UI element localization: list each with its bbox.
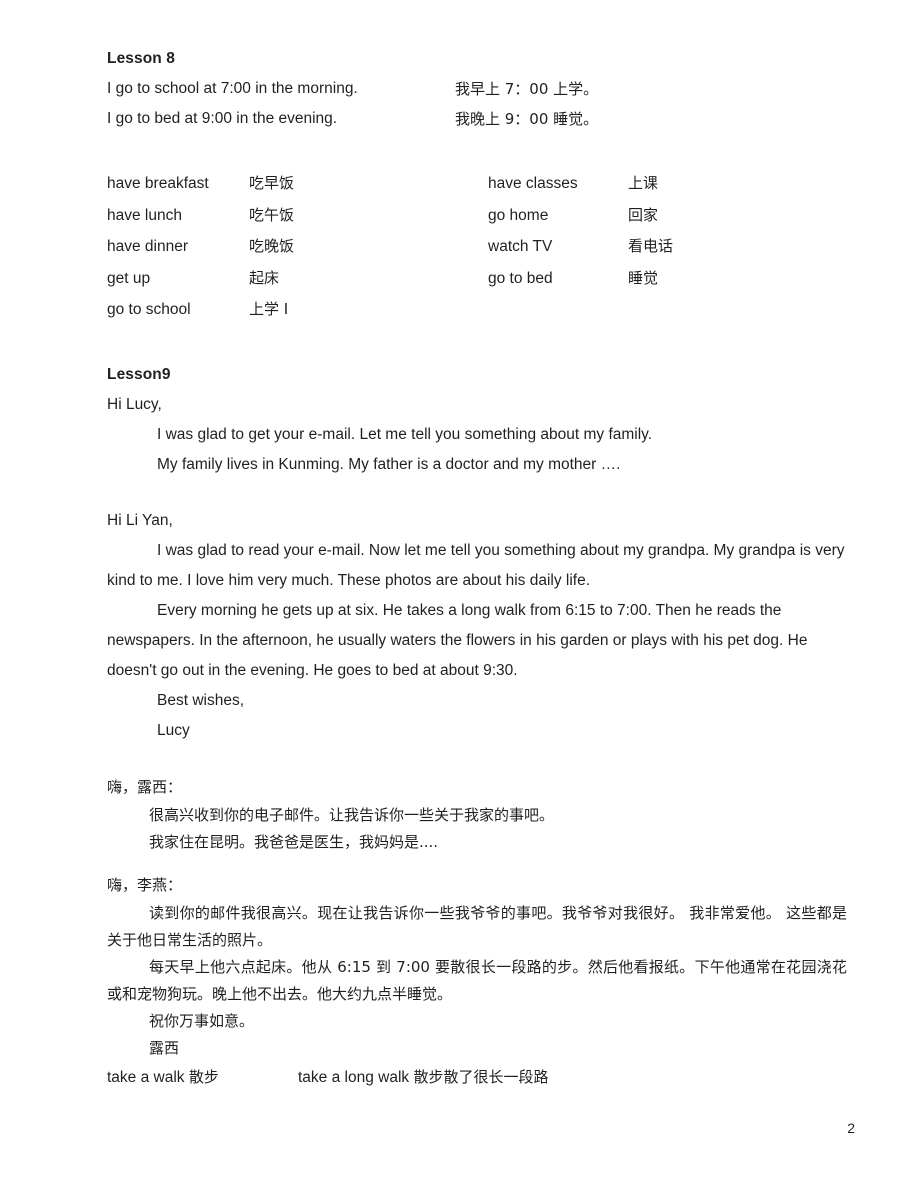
letter1-cn-paragraph-1: 很高兴收到你的电子邮件。让我告诉你一些关于我家的事吧。 xyxy=(149,805,555,824)
vocabulary-row: have lunch 吃午饭 xyxy=(107,200,488,232)
lesson8-heading: Lesson 8 xyxy=(107,50,175,67)
letter1-cn-paragraph-2: 我家住在昆明。我爸爸是医生，我妈妈是.... xyxy=(149,832,439,851)
letter2-paragraph-2: Every morning he gets up at six. He take… xyxy=(107,601,808,679)
vocabulary-row: go home 回家 xyxy=(488,200,828,232)
letter1-paragraph-1: I was glad to get your e-mail. Let me te… xyxy=(157,425,653,443)
vocabulary-row: have breakfast 吃早饭 xyxy=(107,168,488,200)
vocabulary-en: get up xyxy=(107,269,151,287)
vocabulary-cn: 吃午饭 xyxy=(249,205,295,224)
lesson8-sentence-cn-1: 我早上 7：00 上学。 xyxy=(455,80,599,98)
vocabulary-row: go to school 上学 I xyxy=(107,294,488,326)
phrase-1-cn: 散步 xyxy=(188,1067,219,1086)
vocabulary-cn: 上学 I xyxy=(249,300,289,318)
vocabulary-cn: 上课 xyxy=(628,174,659,192)
letter2-cn-signature: 露西 xyxy=(149,1038,180,1057)
vocabulary-en: go to school xyxy=(107,301,191,318)
vocabulary-row: watch TV 看电话 xyxy=(488,231,828,263)
phrase-2-en: take a long walk xyxy=(298,1068,414,1086)
phrase-2-cn: 散步散了很长一段路 xyxy=(413,1067,549,1086)
vocabulary-column-right: have classes 上课 go home 回家 watch TV 看电话 … xyxy=(488,168,828,326)
letter2-cn-closing: 祝你万事如意。 xyxy=(149,1011,255,1030)
phrase-1: take a walk 散步 xyxy=(107,1062,298,1093)
vocabulary-row: have classes 上课 xyxy=(488,168,828,200)
vocabulary-cn: 睡觉 xyxy=(628,268,659,287)
letter2-signature: Lucy xyxy=(157,721,190,739)
vocabulary-en: go to bed xyxy=(488,269,553,287)
letter2-cn-paragraph-1: 读到你的邮件我很高兴。现在让我告诉你一些我爷爷的事吧。我爷爷对我很好。 我非常爱… xyxy=(107,903,847,949)
phrase-row: take a walk 散步 take a long walk 散步散了很长一段… xyxy=(107,1062,847,1093)
vocabulary-column-left: have breakfast 吃早饭 have lunch 吃午饭 have d… xyxy=(107,168,488,326)
letter1-salutation: Hi Lucy, xyxy=(107,395,162,413)
lesson8-sentence-row-2: I go to bed at 9:00 in the evening. 我晚上 … xyxy=(107,104,847,134)
letter1-cn-salutation: 嗨，露西： xyxy=(107,777,183,796)
phrase-2: take a long walk 散步散了很长一段路 xyxy=(298,1062,548,1093)
vocabulary-en: go home xyxy=(488,206,549,224)
letter2-paragraph-1: I was glad to read your e-mail. Now let … xyxy=(107,541,845,589)
page-number: 2 xyxy=(847,1120,855,1136)
letter2-cn-paragraph-2: 每天早上他六点起床。他从 6:15 到 7:00 要散很长一段路的步。然后他看报… xyxy=(107,957,847,1003)
lesson8-sentence-cn-2: 我晚上 9：00 睡觉。 xyxy=(455,110,599,128)
vocabulary-row: go to bed 睡觉 xyxy=(488,263,828,295)
vocabulary-en: watch TV xyxy=(488,238,553,255)
letter2-cn-salutation: 嗨，李燕： xyxy=(107,875,183,894)
vocabulary-cn: 看电话 xyxy=(628,237,674,255)
page-content: Lesson 8 I go to school at 7:00 in the m… xyxy=(107,44,847,1093)
lesson8-sentence-en-2: I go to bed at 9:00 in the evening. xyxy=(107,110,338,127)
vocabulary-en: have dinner xyxy=(107,238,189,255)
vocabulary-cn: 回家 xyxy=(628,205,659,224)
vocabulary-cn: 起床 xyxy=(249,268,280,287)
letter2-closing: Best wishes, xyxy=(157,691,245,709)
vocabulary-row: get up 起床 xyxy=(107,263,488,295)
vocabulary-cn: 吃晚饭 xyxy=(249,237,295,255)
vocabulary-cn: 吃早饭 xyxy=(249,174,295,192)
vocabulary-row: have dinner 吃晚饭 xyxy=(107,231,488,263)
phrase-1-en: take a walk xyxy=(107,1068,189,1086)
letter2-salutation: Hi Li Yan, xyxy=(107,511,173,529)
lesson9-heading: Lesson9 xyxy=(107,365,171,383)
vocabulary-en: have lunch xyxy=(107,206,182,224)
letter1-paragraph-2: My family lives in Kunming. My father is… xyxy=(157,455,621,473)
vocabulary-en: have breakfast xyxy=(107,175,209,192)
lesson8-vocabulary-block: have breakfast 吃早饭 have lunch 吃午饭 have d… xyxy=(107,168,847,326)
vocabulary-en: have classes xyxy=(488,175,578,192)
lesson8-sentence-en-1: I go to school at 7:00 in the morning. xyxy=(107,80,358,97)
document-page: Lesson 8 I go to school at 7:00 in the m… xyxy=(0,0,920,1191)
lesson8-sentence-row-1: I go to school at 7:00 in the morning. 我… xyxy=(107,74,847,104)
